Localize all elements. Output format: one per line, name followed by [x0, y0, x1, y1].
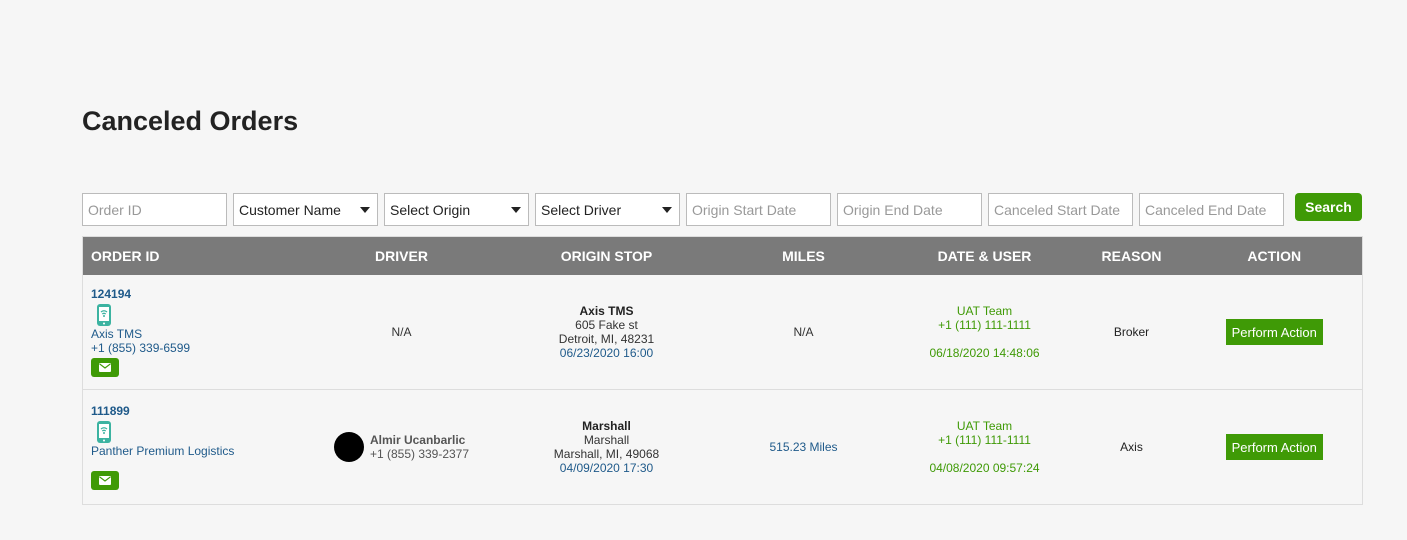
stop-address: Marshall — [583, 433, 630, 447]
send-email-button[interactable] — [91, 471, 119, 490]
stop-city: Marshall, MI, 49068 — [553, 447, 660, 461]
origin-start-date-input[interactable] — [686, 193, 831, 226]
customer-name-link[interactable]: Panther Premium Logistics — [91, 444, 305, 458]
canceled-date: 06/18/2020 14:48:06 — [929, 346, 1040, 360]
order-id-input[interactable] — [82, 193, 227, 226]
driver-info: Almir Ucanbarlic +1 (855) 339-2377 — [305, 432, 499, 462]
reason-cell: Broker — [1076, 275, 1187, 390]
driver-name: Almir Ucanbarlic — [369, 433, 466, 447]
driver-cell: N/A — [304, 275, 499, 390]
user-name: UAT Team — [956, 419, 1013, 433]
search-button[interactable]: Search — [1295, 193, 1362, 221]
driver-select-label: Select Driver — [541, 201, 622, 218]
envelope-icon — [99, 363, 111, 372]
reason-text: Axis — [1120, 440, 1143, 454]
order-cell: 111899 Panther Premium Logistics — [83, 390, 305, 505]
avatar — [333, 432, 364, 462]
stop-date: 04/09/2020 17:30 — [559, 461, 654, 475]
table-header-row: ORDER ID DRIVER ORIGIN STOP MILES DATE &… — [82, 236, 1363, 275]
stop-date: 06/23/2020 16:00 — [559, 346, 654, 360]
origin-end-date-input[interactable] — [837, 193, 982, 226]
origin-stop-cell: Axis TMS 605 Fake st Detroit, MI, 48231 … — [498, 275, 715, 390]
mobile-phone-wifi-icon[interactable] — [96, 420, 112, 444]
order-cell: 124194 Axis TMS +1 (855) 339-6599 — [82, 275, 305, 390]
header-date-user: DATE & USER — [892, 236, 1077, 275]
customer-name-select[interactable]: Customer Name — [233, 193, 378, 226]
table-row: 111899 Panther Premium Logistics Almir U… — [83, 390, 1363, 505]
canceled-orders-table: ORDER ID DRIVER ORIGIN STOP MILES DATE &… — [82, 236, 1363, 505]
action-cell: Perform Action — [1187, 390, 1363, 505]
stop-address: 605 Fake st — [575, 318, 638, 332]
order-id-link[interactable]: 111899 — [91, 404, 305, 418]
miles-value: N/A — [793, 325, 814, 339]
caret-down-icon — [662, 206, 672, 213]
customer-phone-link[interactable]: +1 (855) 339-6599 — [91, 341, 305, 355]
stop-name: Axis TMS — [579, 304, 634, 318]
stop-city: Detroit, MI, 48231 — [558, 332, 655, 346]
perform-action-button[interactable]: Perform Action — [1225, 434, 1323, 460]
date-user-cell: UAT Team +1 (111) 111-1111 04/08/2020 09… — [893, 390, 1077, 505]
mobile-phone-wifi-icon[interactable] — [96, 303, 112, 327]
user-name: UAT Team — [956, 304, 1013, 318]
header-order-id: ORDER ID — [82, 236, 305, 275]
canceled-date: 04/08/2020 09:57:24 — [929, 461, 1040, 475]
header-miles: MILES — [714, 236, 893, 275]
perform-action-button[interactable]: Perform Action — [1225, 319, 1323, 345]
header-driver: DRIVER — [304, 236, 499, 275]
caret-down-icon — [511, 206, 521, 213]
customer-name-link[interactable]: Axis TMS — [91, 327, 305, 341]
canceled-end-date-input[interactable] — [1139, 193, 1284, 226]
header-action: ACTION — [1186, 236, 1363, 275]
user-phone: +1 (111) 111-1111 — [938, 433, 1031, 447]
reason-text: Broker — [1113, 325, 1150, 339]
driver-na-text: N/A — [391, 325, 412, 339]
origin-stop-cell: Marshall Marshall Marshall, MI, 49068 04… — [499, 390, 715, 505]
stop-name: Marshall — [582, 419, 631, 433]
send-email-button[interactable] — [91, 358, 119, 377]
header-reason: REASON — [1076, 236, 1187, 275]
header-origin-stop: ORIGIN STOP — [498, 236, 715, 275]
driver-select[interactable]: Select Driver — [535, 193, 680, 226]
customer-name-select-label: Customer Name — [239, 201, 341, 218]
filter-bar: Customer Name Select Origin Select Drive… — [82, 193, 1290, 226]
miles-cell: N/A — [714, 275, 893, 390]
origin-select[interactable]: Select Origin — [384, 193, 529, 226]
date-user-cell: UAT Team +1 (111) 111-1111 06/18/2020 14… — [892, 275, 1077, 390]
driver-cell: Almir Ucanbarlic +1 (855) 339-2377 — [305, 390, 499, 505]
page-title: Canceled Orders — [82, 106, 299, 136]
action-cell: Perform Action — [1186, 275, 1363, 390]
driver-phone: +1 (855) 339-2377 — [369, 447, 470, 461]
reason-cell: Axis — [1077, 390, 1187, 505]
order-id-link[interactable]: 124194 — [91, 287, 305, 301]
canceled-start-date-input[interactable] — [988, 193, 1133, 226]
envelope-icon — [99, 476, 111, 485]
table-row: 124194 Axis TMS +1 (855) 339-6599 N/A Ax… — [82, 275, 1363, 390]
miles-link[interactable]: 515.23 Miles — [769, 440, 837, 454]
origin-select-label: Select Origin — [390, 201, 471, 218]
caret-down-icon — [360, 206, 370, 213]
user-phone: +1 (111) 111-1111 — [938, 318, 1031, 332]
miles-cell: 515.23 Miles — [715, 390, 893, 505]
